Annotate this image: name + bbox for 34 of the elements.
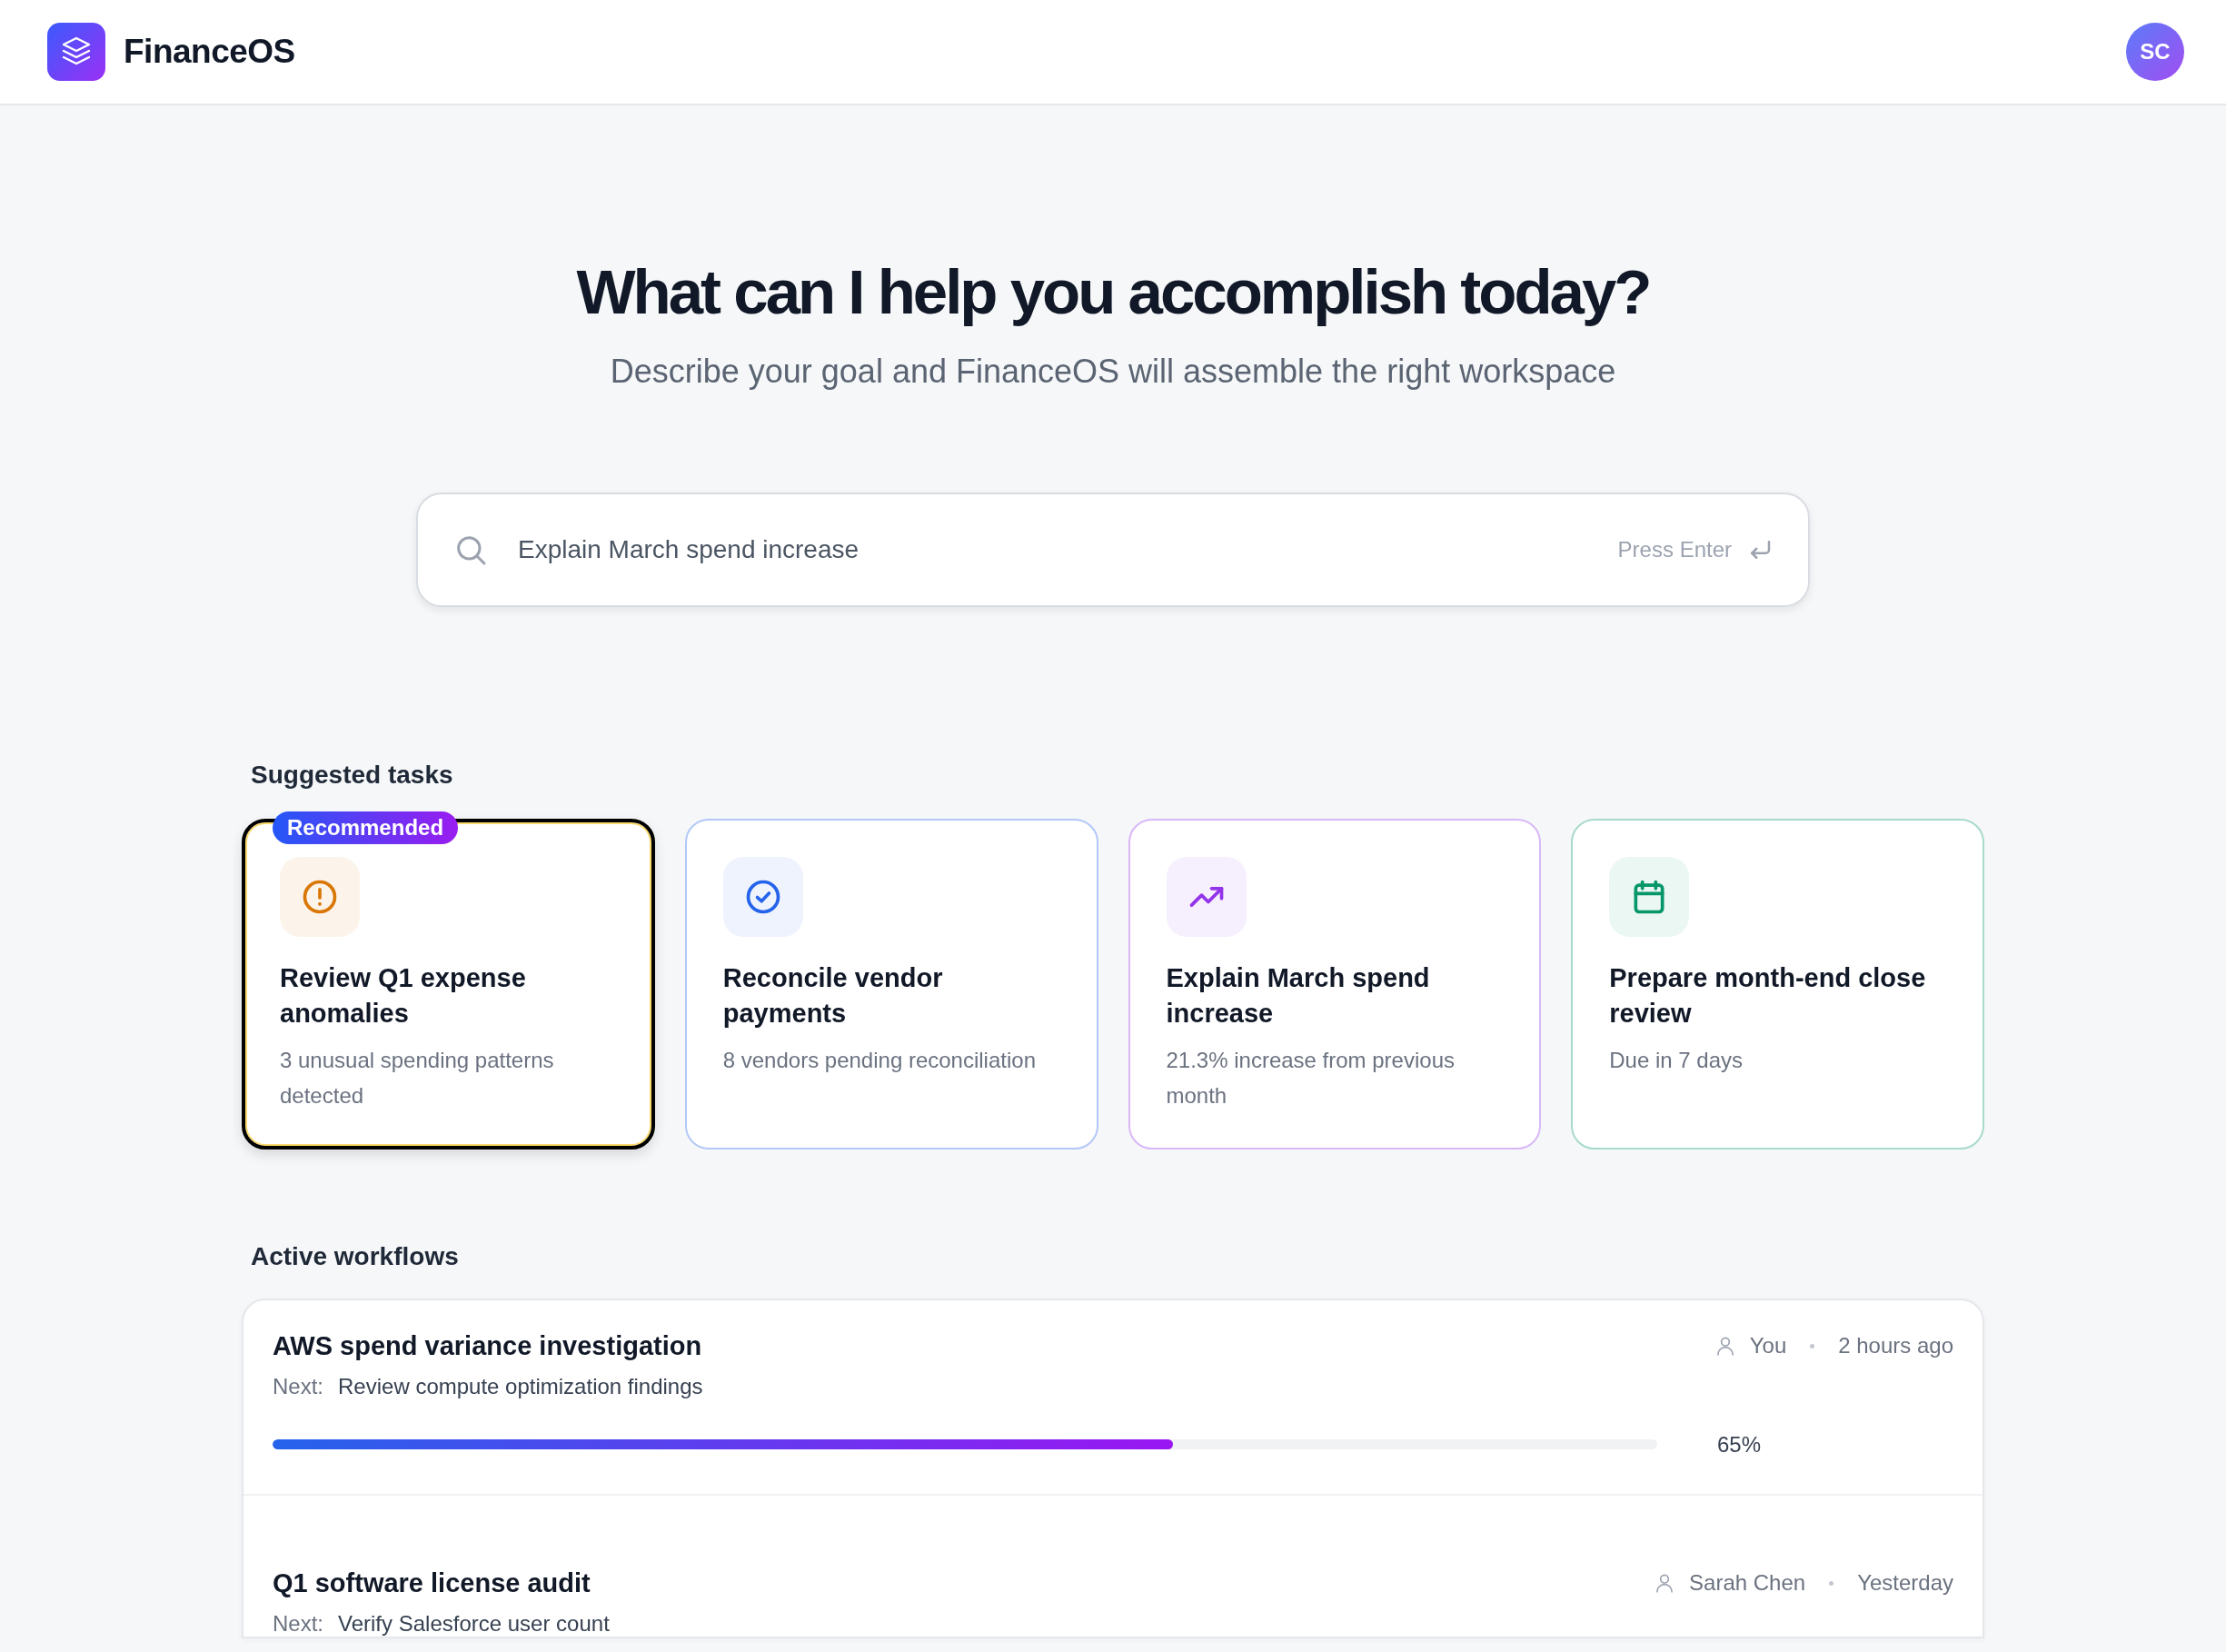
next-label: Next: (273, 1373, 323, 1399)
card-description: 21.3% increase from previous month (1166, 1046, 1456, 1110)
workflow-title[interactable]: AWS spend variance investigation (273, 1330, 702, 1361)
section-heading: Active workflows (251, 1241, 460, 1271)
separator-dot (1810, 1343, 1815, 1348)
recommended-badge: Recommended (273, 811, 459, 844)
owner-name: You (1749, 1333, 1787, 1359)
card-title: Review Q1 expense anomalies (280, 961, 527, 1030)
app-name: FinanceOS (124, 33, 295, 71)
card-title: Explain March spend increase (1166, 961, 1431, 1030)
card-description: 3 unusual spending patterns detected (280, 1046, 555, 1110)
card-description: Due in 7 days (1609, 1046, 1744, 1074)
page-subtitle: Describe your goal and FinanceOS will assemble the right workspace (609, 352, 1617, 391)
page-heading: What can I help you accomplish today? (575, 258, 1651, 327)
layers-icon (47, 23, 105, 81)
next-step: Verify Salesforce user count (338, 1610, 610, 1637)
progress-percent: 65% (1717, 1431, 1762, 1458)
enter-hint: Press Enter (1617, 536, 1732, 562)
search-input[interactable]: Explain March spend increase (516, 533, 1618, 565)
next-label: Next: (273, 1610, 323, 1637)
timestamp: Yesterday (1857, 1570, 1953, 1597)
task-card[interactable]: Explain March spend increase 21.3% increase from previous month (1128, 818, 1542, 1149)
card-description: 8 vendors pending reconciliation (722, 1046, 1037, 1074)
card-title: Reconcile vendor payments (722, 961, 944, 1030)
user-avatar[interactable]: SC (2126, 23, 2184, 81)
next-step: Review compute optimization findings (338, 1373, 703, 1399)
section-heading: Suggested tasks (251, 760, 454, 790)
separator-dot (1829, 1580, 1834, 1586)
card-title: Prepare month-end close review (1609, 961, 1927, 1030)
task-card[interactable]: Prepare month-end close review Due in 7 days (1571, 818, 1984, 1149)
owner-name: Sarah Chen (1689, 1570, 1806, 1597)
workflow-title[interactable]: Q1 software license audit (273, 1567, 591, 1598)
task-card[interactable]: Reconcile vendor payments 8 vendors pending reconciliation (684, 818, 1098, 1149)
timestamp: 2 hours ago (1838, 1333, 1953, 1359)
